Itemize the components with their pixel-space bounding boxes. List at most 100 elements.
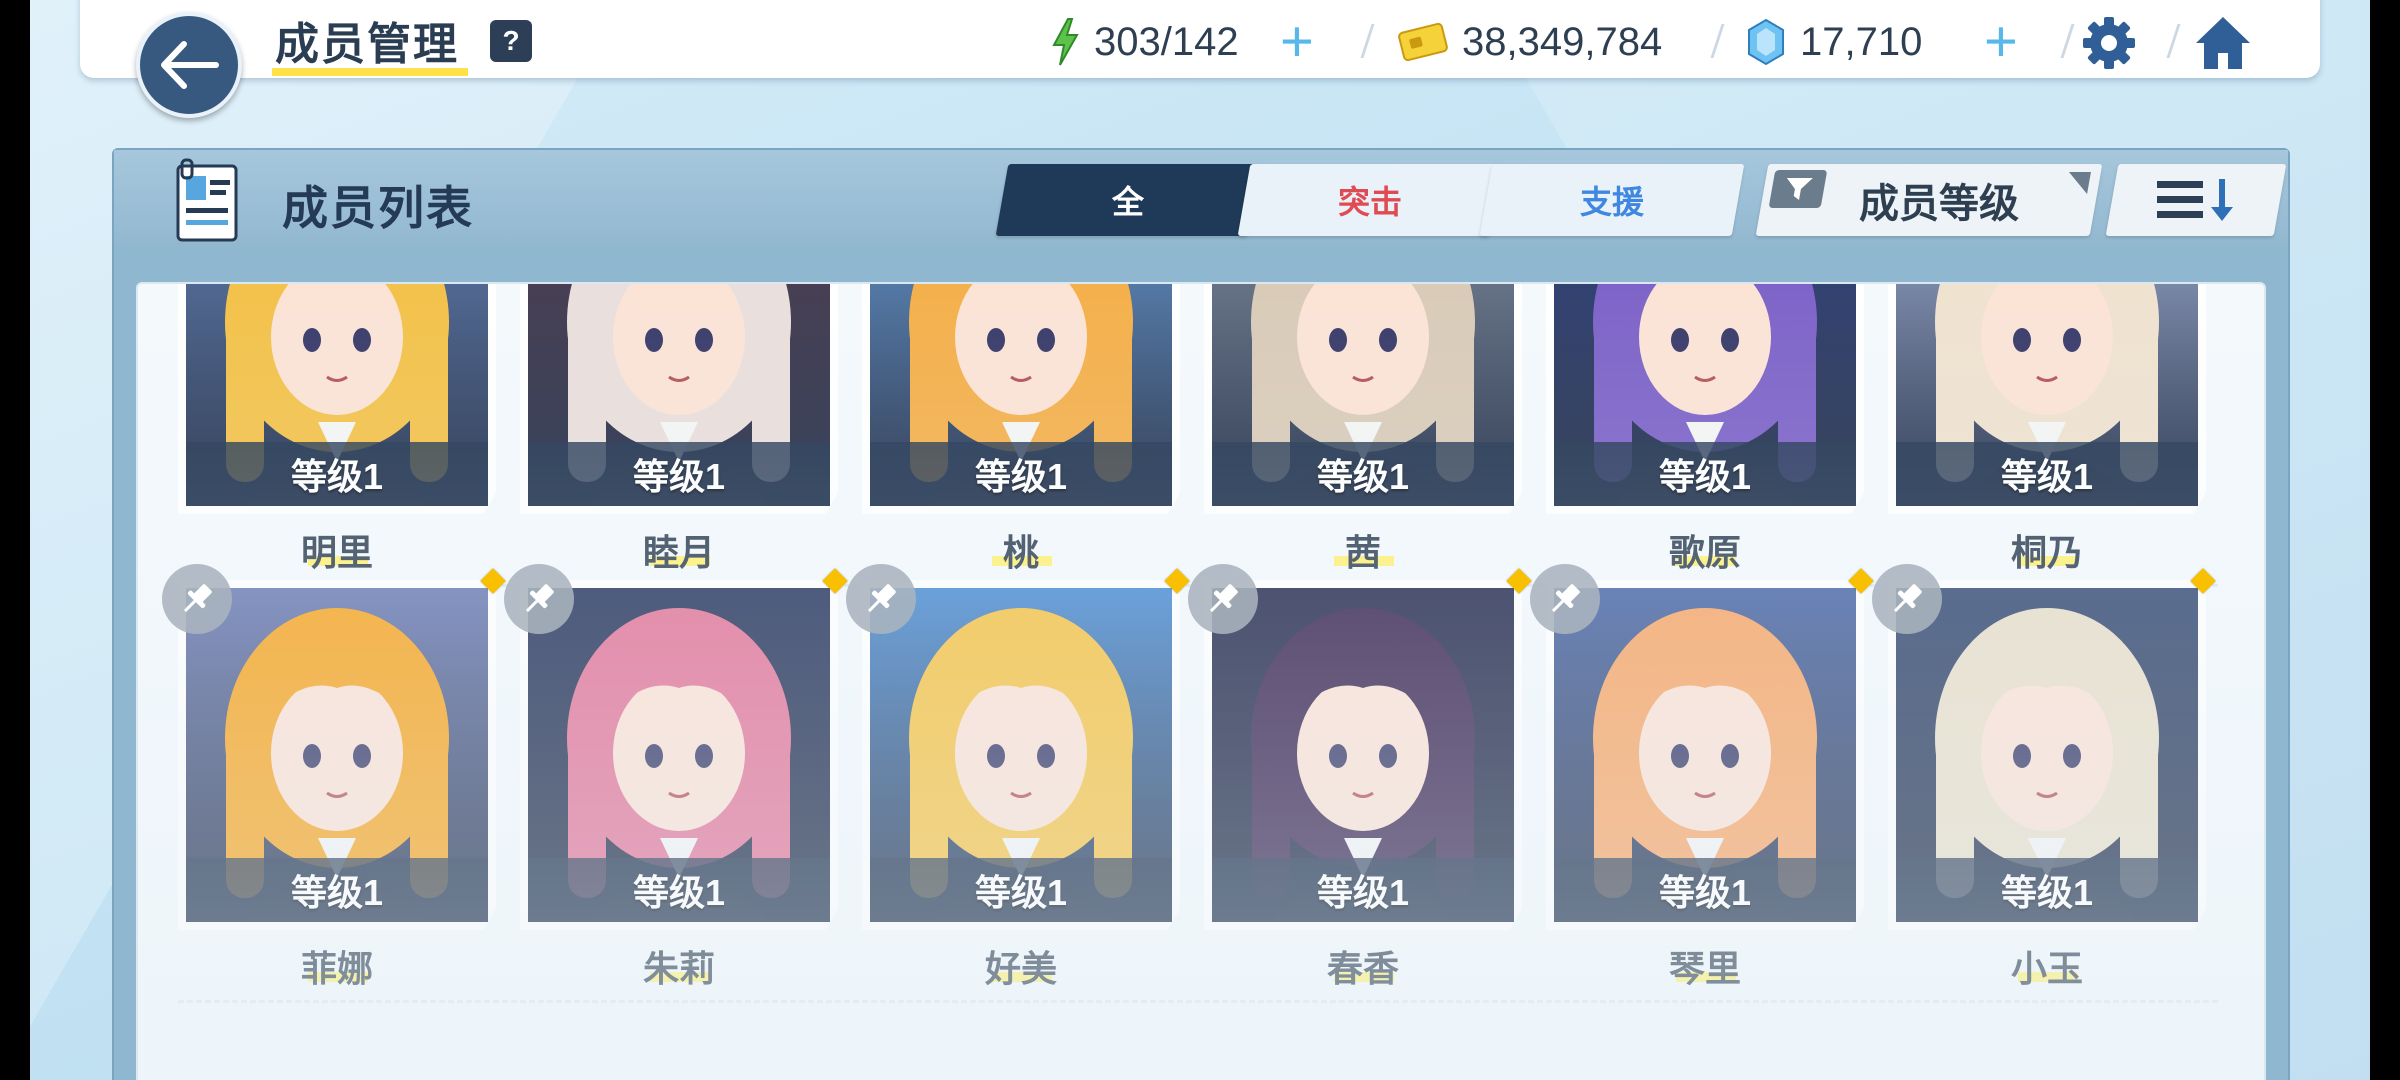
portrait-art: 等级1 (528, 284, 830, 506)
student-level: 等级1 (1658, 456, 1752, 497)
level-bar: 等级1 (186, 858, 488, 922)
portrait-art: 等级1 (1896, 588, 2198, 922)
level-bar: 等级1 (1896, 858, 2198, 922)
credit-card-icon (1398, 22, 1448, 62)
tab-special[interactable]: 支援 (1479, 164, 1745, 236)
level-bar: 等级1 (1554, 442, 1856, 506)
student-portrait: 等级1 (862, 284, 1180, 514)
student-list-panel: 成员列表 全 突击 支援 成员等级 等级1 明里 等级1 睦月 等级1 桃 等级… (112, 148, 2290, 1080)
student-name: 好美 (984, 948, 1057, 989)
student-level: 等级1 (2000, 872, 2094, 913)
student-name: 茜 (1344, 532, 1381, 573)
lightning-icon (1052, 18, 1079, 66)
pin-button[interactable] (162, 564, 232, 634)
pin-icon (183, 584, 212, 613)
home-icon (2196, 17, 2250, 69)
student-portrait: 等级1 (1888, 284, 2206, 514)
pin-button[interactable] (1872, 564, 1942, 634)
student-level: 等级1 (1316, 456, 1410, 497)
sort-dropdown-button[interactable]: 成员等级 (1755, 164, 2103, 236)
portrait-art: 等级1 (186, 284, 488, 506)
student-portrait: 等级1 (1546, 580, 1864, 930)
tab-label: 全 (1111, 184, 1144, 220)
settings-button[interactable] (2076, 10, 2142, 76)
student-level: 等级1 (290, 456, 384, 497)
student-portrait: 等级1 (1888, 580, 2206, 930)
tab-all[interactable]: 全 (995, 164, 1261, 236)
student-name: 明里 (300, 532, 373, 573)
pyroxene-gem-icon (1748, 18, 1784, 66)
level-bar: 等级1 (1896, 442, 2198, 506)
back-button[interactable] (136, 12, 242, 118)
portrait-art: 等级1 (1554, 588, 1856, 922)
student-id-card-icon (172, 158, 242, 244)
home-button[interactable] (2190, 10, 2256, 76)
student-name: 歌原 (1668, 532, 1741, 573)
filter-tabs: 全 突击 支援 (995, 164, 1745, 236)
sort-order-button[interactable] (2105, 164, 2287, 236)
pin-button[interactable] (1188, 564, 1258, 634)
portrait-art: 等级1 (186, 588, 488, 922)
portrait-art: 等级1 (1554, 284, 1856, 506)
student-name: 小玉 (2010, 948, 2083, 989)
student-portrait: 等级1 (520, 284, 838, 514)
row-divider (178, 1000, 2218, 1003)
student-portrait: 等级1 (520, 580, 838, 930)
tab-striker[interactable]: 突击 (1237, 164, 1503, 236)
student-portrait: 等级1 (1546, 284, 1864, 514)
pin-button[interactable] (504, 564, 574, 634)
ap-value: 303/142 (1094, 19, 1239, 64)
level-bar: 等级1 (870, 442, 1172, 506)
student-name: 菲娜 (300, 948, 373, 989)
pin-icon (1209, 584, 1238, 613)
student-name: 桃 (1002, 532, 1039, 573)
student-portrait: 等级1 (862, 580, 1180, 930)
pin-button[interactable] (846, 564, 916, 634)
pin-icon (525, 584, 554, 613)
portrait-art: 等级1 (870, 284, 1172, 506)
tab-label: 支援 (1579, 184, 1644, 220)
gems-counter: 17,710 (1746, 14, 1922, 70)
level-bar: 等级1 (1212, 858, 1514, 922)
student-level: 等级1 (1658, 872, 1752, 913)
student-level: 等级1 (974, 456, 1068, 497)
portrait-art: 等级1 (1212, 588, 1514, 922)
portrait-art: 等级1 (1212, 284, 1514, 506)
level-bar: 等级1 (1554, 858, 1856, 922)
student-level: 等级1 (632, 872, 726, 913)
student-level: 等级1 (1316, 872, 1410, 913)
ap-add-button[interactable]: + (1280, 13, 1314, 71)
student-name: 睦月 (642, 532, 715, 573)
student-name: 桐乃 (2010, 532, 2083, 573)
ap-counter: 303/142 (1050, 14, 1239, 70)
level-bar: 等级1 (528, 442, 830, 506)
credits-value: 38,349,784 (1462, 19, 1663, 64)
student-portrait: 等级1 (178, 284, 496, 514)
gems-add-button[interactable]: + (1984, 13, 2018, 71)
student-portrait: 等级1 (178, 580, 496, 930)
pin-icon (1893, 584, 1922, 613)
student-grid[interactable]: 等级1 明里 等级1 睦月 等级1 桃等级1 茜等级1 歌原 等级1 桐乃 等级1 菲娜 等级1 朱莉 等级… (136, 282, 2266, 1080)
level-bar: 等级1 (1212, 442, 1514, 506)
panel-title: 成员列表 (282, 182, 474, 234)
pin-button[interactable] (1530, 564, 1600, 634)
gear-icon (2083, 17, 2135, 69)
student-level: 等级1 (290, 872, 384, 913)
level-bar: 等级1 (870, 858, 1172, 922)
back-arrow-icon (161, 41, 219, 89)
sort-label: 成员等级 (1859, 182, 2019, 226)
level-bar: 等级1 (186, 442, 488, 506)
gems-value: 17,710 (1800, 19, 1923, 64)
tab-label: 突击 (1337, 184, 1402, 220)
student-level: 等级1 (2000, 456, 2094, 497)
student-name: 春香 (1326, 948, 1399, 989)
sort-descending-icon (2157, 179, 2233, 221)
student-portrait: 等级1 (1204, 580, 1522, 930)
student-name: 朱莉 (642, 948, 715, 989)
help-button[interactable]: ? (490, 20, 532, 62)
student-portrait: 等级1 (1204, 284, 1522, 514)
student-level: 等级1 (974, 872, 1068, 913)
game-screen: 成员管理 ? 303/142 + 38,349,784 17,710 + 成员列… (30, 0, 2370, 1080)
portrait-art: 等级1 (528, 588, 830, 922)
portrait-art: 等级1 (1896, 284, 2198, 506)
